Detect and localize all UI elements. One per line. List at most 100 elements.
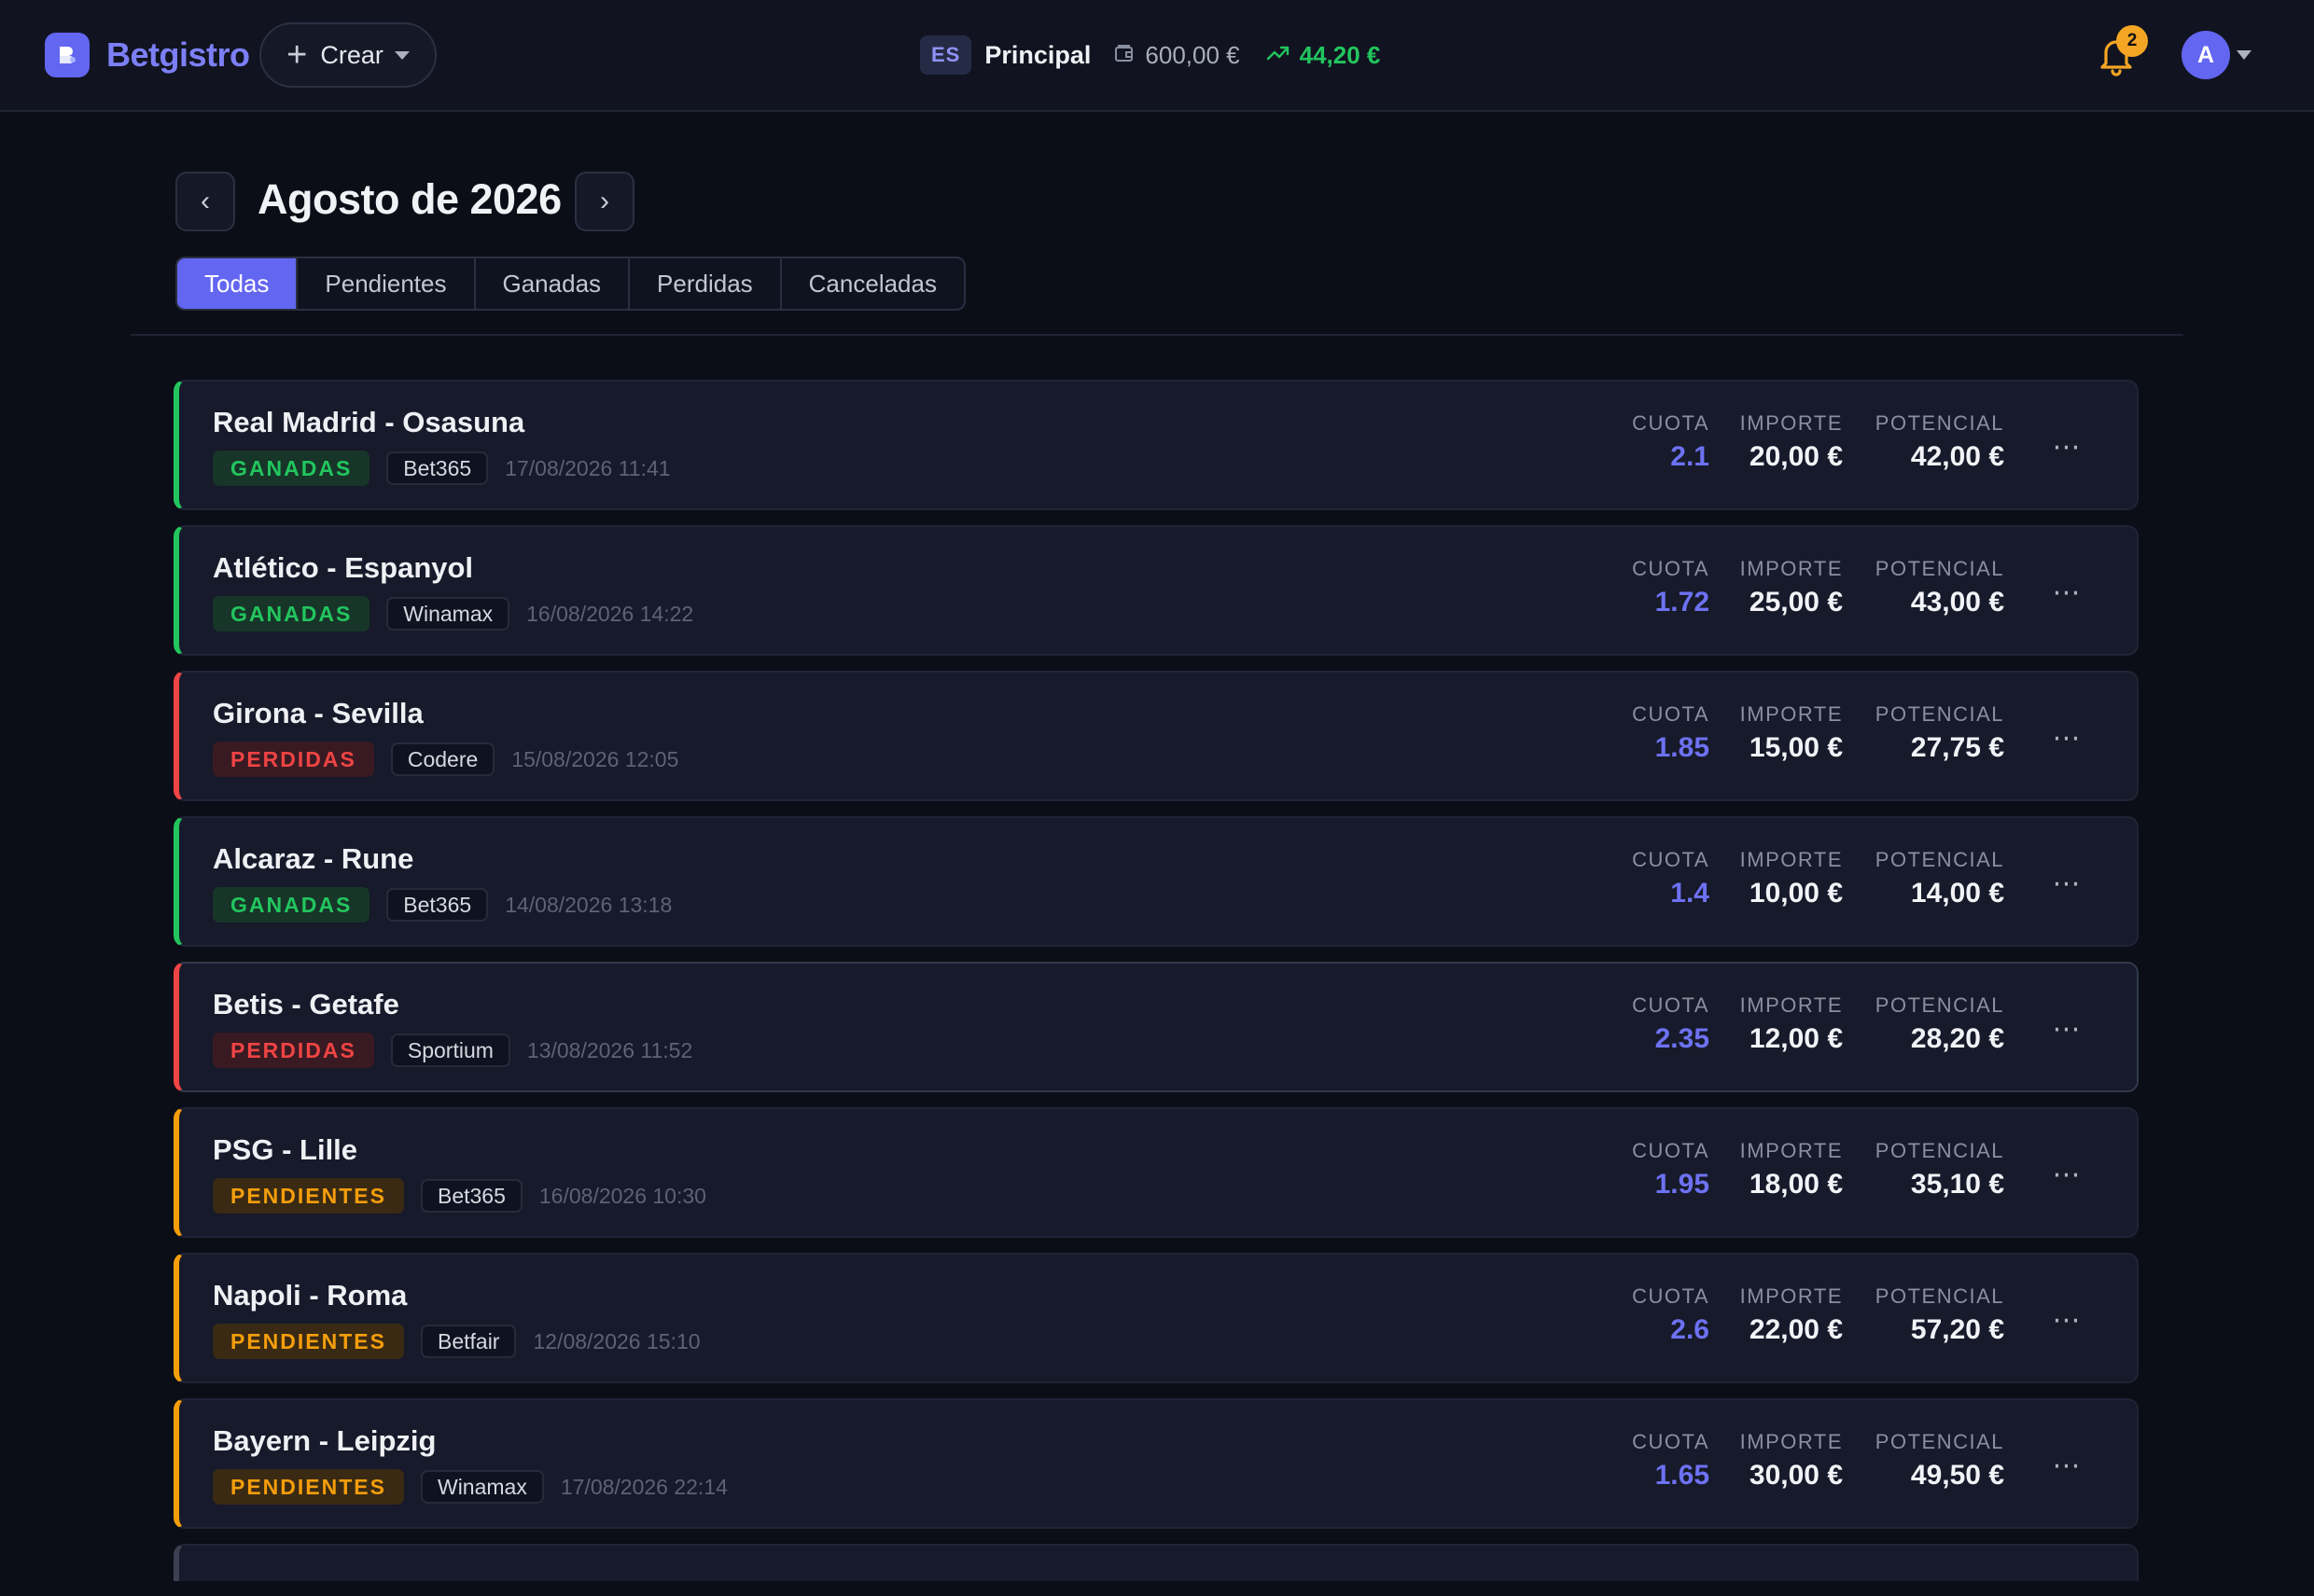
odds-stat: CUOTA 1.65 [1632, 1430, 1709, 1492]
bookmaker-badge: Bet365 [386, 888, 489, 922]
stake-label: IMPORTE [1739, 1139, 1843, 1162]
divider [131, 334, 2183, 336]
potential-label: POTENCIAL [1875, 1139, 2004, 1162]
stake-label: IMPORTE [1739, 1430, 1843, 1453]
potential-value: 49,50 € [1910, 1460, 2004, 1491]
bet-card[interactable]: Girona - Sevilla PERDIDAS Codere 15/08/2… [174, 671, 2139, 801]
stake-label: IMPORTE [1739, 557, 1843, 580]
next-month-button[interactable]: › [575, 172, 634, 231]
more-horizontal-icon[interactable]: ⋯ [2049, 1156, 2086, 1193]
status-badge: PENDIENTES [213, 1178, 404, 1214]
tab-todas[interactable]: Todas [177, 258, 299, 309]
potential-stat: POTENCIAL 35,10 € [1875, 1139, 2004, 1200]
potential-label: POTENCIAL [1875, 848, 2004, 871]
wallet-icon [1113, 42, 1136, 69]
more-horizontal-icon[interactable]: ⋯ [2049, 719, 2086, 756]
odds-label: CUOTA [1632, 702, 1709, 726]
more-horizontal-icon[interactable]: ⋯ [2049, 574, 2086, 611]
status-badge: PENDIENTES [213, 1469, 404, 1505]
bet-card[interactable]: Atlético - Espanyol GANADAS Winamax 16/0… [174, 525, 2139, 656]
potential-label: POTENCIAL [1875, 702, 2004, 726]
logo-icon [45, 33, 90, 77]
top-bar: Betgistro + Crear ES Principal 600,00 € … [0, 0, 2314, 112]
chevron-down-icon[interactable] [2237, 50, 2251, 60]
bookmaker-badge: Bet365 [386, 451, 489, 485]
bet-card[interactable]: PSG - Lille PENDIENTES Bet365 16/08/2026… [174, 1107, 2139, 1238]
status-badge: GANADAS [213, 596, 370, 631]
potential-label: POTENCIAL [1875, 993, 2004, 1017]
bet-card[interactable]: Alcaraz - Rune GANADAS Bet365 14/08/2026… [174, 816, 2139, 947]
more-horizontal-icon[interactable]: ⋯ [2049, 865, 2086, 902]
odds-stat: CUOTA 2.6 [1632, 1284, 1709, 1346]
status-badge: PERDIDAS [213, 1033, 374, 1068]
stake-label: IMPORTE [1739, 1284, 1843, 1308]
create-button[interactable]: + Crear [259, 22, 437, 88]
more-horizontal-icon[interactable]: ⋯ [2049, 1447, 2086, 1484]
tab-ganadas[interactable]: Ganadas [475, 258, 631, 309]
bookmaker-badge: Codere [390, 742, 495, 776]
bet-date: 14/08/2026 13:18 [505, 892, 673, 917]
page-title: Agosto de 2026 [258, 175, 562, 223]
odds-label: CUOTA [1632, 1430, 1709, 1453]
bet-card[interactable]: Real Madrid - Osasuna GANADAS Bet365 17/… [174, 380, 2139, 510]
bet-title: Girona - Sevilla [213, 697, 424, 729]
stake-stat: IMPORTE 20,00 € [1740, 411, 1843, 473]
bet-list: Real Madrid - Osasuna GANADAS Bet365 17/… [174, 380, 2139, 1596]
stake-stat: IMPORTE 15,00 € [1740, 702, 1843, 764]
bet-date: 13/08/2026 11:52 [526, 1037, 693, 1062]
more-horizontal-icon[interactable]: ⋯ [2049, 428, 2086, 465]
stake-stat: IMPORTE 10,00 € [1740, 848, 1843, 909]
bet-title: Atlético - Espanyol [213, 551, 474, 584]
bookmaker-badge: Winamax [386, 597, 510, 631]
bet-card[interactable] [174, 1544, 2139, 1581]
bet-title: Napoli - Roma [213, 1279, 408, 1311]
bet-date: 16/08/2026 10:30 [538, 1183, 706, 1208]
odds-label: CUOTA [1632, 411, 1709, 435]
bet-card[interactable]: Betis - Getafe PERDIDAS Sportium 13/08/2… [174, 962, 2139, 1092]
status-badge: GANADAS [213, 887, 370, 923]
bet-date: 17/08/2026 22:14 [560, 1474, 728, 1499]
potential-value: 14,00 € [1910, 878, 2004, 909]
bet-title: PSG - Lille [213, 1133, 358, 1166]
stake-value: 15,00 € [1749, 732, 1843, 763]
potential-label: POTENCIAL [1875, 1430, 2004, 1453]
tab-canceladas[interactable]: Canceladas [781, 258, 964, 309]
bet-meta: PERDIDAS Codere 15/08/2026 12:05 [213, 742, 678, 777]
bet-meta: PERDIDAS Sportium 13/08/2026 11:52 [213, 1033, 692, 1068]
bet-title: Alcaraz - Rune [213, 842, 414, 875]
account-summary[interactable]: ES Principal 600,00 € 44,20 € [920, 34, 1380, 76]
brand-logo[interactable]: Betgistro [45, 33, 250, 77]
status-filter-tabs: Todas Pendientes Ganadas Perdidas Cancel… [175, 257, 966, 311]
stake-stat: IMPORTE 30,00 € [1740, 1430, 1843, 1492]
potential-stat: POTENCIAL 43,00 € [1875, 557, 2004, 618]
bet-meta: GANADAS Winamax 16/08/2026 14:22 [213, 596, 693, 631]
bet-title: Betis - Getafe [213, 988, 399, 1020]
language-badge: ES [920, 35, 972, 75]
bet-card[interactable]: Napoli - Roma PENDIENTES Betfair 12/08/2… [174, 1253, 2139, 1383]
stake-value: 12,00 € [1749, 1023, 1843, 1054]
more-horizontal-icon[interactable]: ⋯ [2049, 1010, 2086, 1048]
avatar[interactable]: A [2182, 31, 2230, 79]
potential-value: 57,20 € [1910, 1314, 2004, 1345]
tab-perdidas[interactable]: Perdidas [630, 258, 782, 309]
create-label: Crear [320, 40, 383, 69]
bookmaker-badge: Betfair [420, 1325, 517, 1358]
more-horizontal-icon[interactable]: ⋯ [2049, 1301, 2086, 1339]
potential-label: POTENCIAL [1875, 557, 2004, 580]
odds-stat: CUOTA 2.1 [1632, 411, 1709, 473]
odds-stat: CUOTA 1.4 [1632, 848, 1709, 909]
bookmaker-badge: Sportium [390, 1034, 510, 1067]
potential-label: POTENCIAL [1875, 411, 2004, 435]
bet-meta: PENDIENTES Betfair 12/08/2026 15:10 [213, 1324, 701, 1359]
potential-stat: POTENCIAL 49,50 € [1875, 1430, 2004, 1492]
tab-pendientes[interactable]: Pendientes [298, 258, 476, 309]
bet-meta: PENDIENTES Bet365 16/08/2026 10:30 [213, 1178, 706, 1214]
account-balance: 600,00 € [1145, 40, 1240, 69]
odds-value: 1.65 [1654, 1460, 1709, 1491]
previous-month-button[interactable]: ‹ [175, 172, 235, 231]
bet-meta: GANADAS Bet365 17/08/2026 11:41 [213, 451, 671, 486]
potential-value: 42,00 € [1910, 441, 2004, 472]
bet-card[interactable]: Bayern - Leipzig PENDIENTES Winamax 17/0… [174, 1398, 2139, 1529]
odds-value: 2.1 [1670, 441, 1709, 472]
odds-value: 1.4 [1670, 878, 1709, 909]
